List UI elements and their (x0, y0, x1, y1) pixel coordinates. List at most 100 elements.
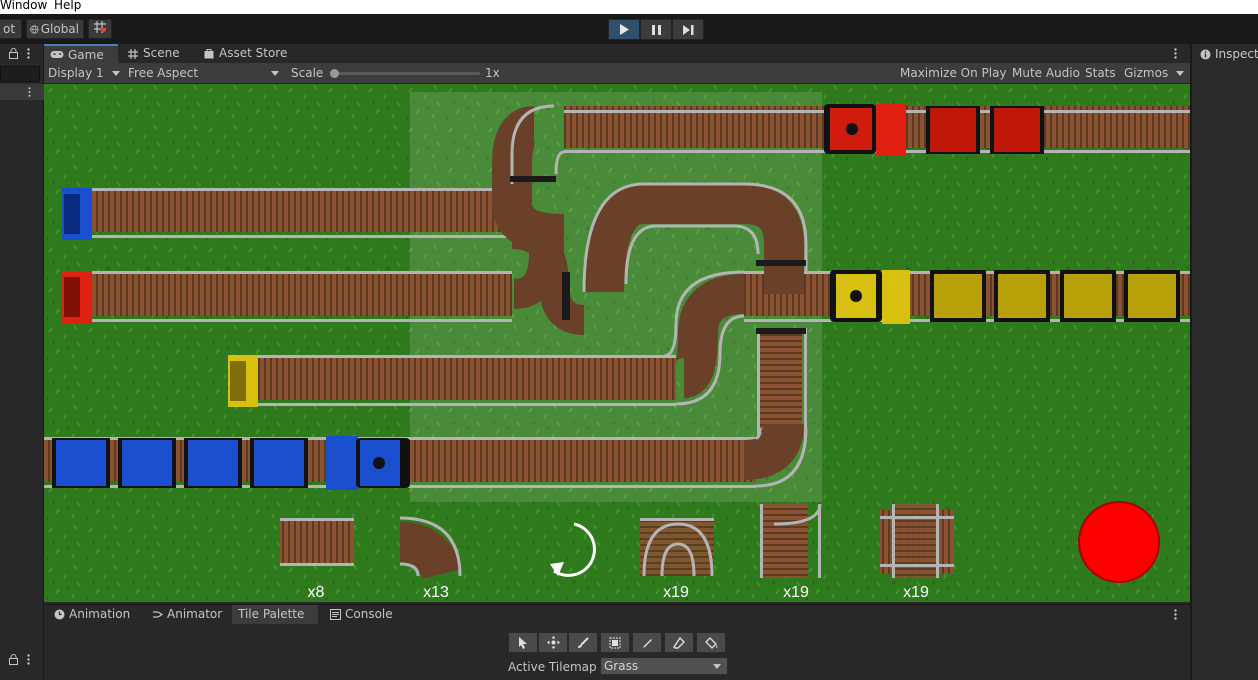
pause-button[interactable] (640, 19, 672, 40)
animator-icon (153, 611, 163, 618)
scale-value: 1x (485, 66, 500, 80)
menu-window[interactable]: Window (0, 0, 47, 11)
tab-inspector[interactable]: Inspector (1200, 47, 1258, 61)
active-tilemap-value: Grass (604, 659, 639, 673)
gizmos-dropdown[interactable]: Gizmos (1124, 66, 1188, 80)
more-icon[interactable] (1174, 48, 1177, 59)
bottom-tabs: Animation Animator Tile Palette Console (44, 604, 1190, 624)
active-tilemap-label: Active Tilemap (508, 660, 597, 674)
blue-station-buffer (62, 188, 92, 240)
fill-icon (704, 636, 717, 649)
aspect-label: Free Aspect (128, 66, 199, 80)
tile-palette-panel: Active Tilemap Grass (44, 624, 1190, 680)
display-label: Display 1 (48, 66, 104, 80)
active-tilemap-dropdown[interactable]: Grass (600, 657, 728, 675)
game-tab-label: Game (68, 47, 104, 62)
junction-barrier (562, 272, 570, 320)
globe-icon (30, 24, 39, 34)
game-view[interactable]: x8 x13 x19 x19 x19 (44, 84, 1190, 602)
tab-scene[interactable]: Scene (122, 44, 180, 63)
yellow-train[interactable] (830, 270, 1180, 324)
fill-tool-button[interactable] (696, 632, 726, 653)
lock-icon[interactable] (9, 48, 18, 59)
straight-count-label: x8 (308, 584, 325, 601)
move-tool-button[interactable] (538, 632, 568, 653)
tab-console[interactable]: Console (324, 605, 393, 624)
scale-label: Scale (291, 66, 324, 80)
tab-tile-palette[interactable]: Tile Palette (232, 605, 318, 624)
step-icon (682, 24, 693, 35)
gizmos-label: Gizmos (1124, 66, 1169, 80)
brush-tool-button[interactable] (568, 632, 598, 653)
hierarchy-search-field[interactable] (0, 66, 40, 82)
select-tool-icon (519, 636, 527, 649)
playback-controls (608, 19, 704, 40)
track-vertical (757, 328, 807, 438)
main-toolbar: ot Global (0, 14, 1258, 44)
picker-icon (643, 638, 652, 648)
animator-tab-label: Animator (167, 607, 223, 621)
info-icon (1200, 49, 1211, 59)
inspector-panel-edge: Inspector (1190, 44, 1258, 680)
pivot-button[interactable]: ot (0, 19, 22, 39)
chevron-down-icon (713, 664, 721, 669)
blue-train[interactable] (52, 436, 410, 490)
more-icon[interactable] (27, 48, 30, 59)
junction-1-count-label: x19 (663, 584, 689, 601)
pivot-label: ot (3, 22, 16, 36)
picker-tool-button[interactable] (632, 632, 662, 653)
chevron-down-icon (1176, 71, 1184, 76)
stop-button[interactable] (1078, 501, 1160, 583)
gamepad-icon (50, 51, 64, 58)
bag-icon (204, 49, 214, 59)
hierarchy-panel-edge (0, 44, 44, 680)
scale-slider[interactable] (330, 69, 480, 78)
tab-animation[interactable]: Animation (48, 605, 130, 624)
grid-snap-button[interactable] (88, 19, 112, 39)
select-tool-button[interactable] (508, 632, 538, 653)
inventory-junction-tile-1[interactable] (640, 518, 714, 577)
junction-barrier (756, 260, 806, 266)
tab-animator[interactable]: Animator (146, 605, 222, 624)
more-icon[interactable] (1174, 609, 1177, 620)
aspect-dropdown[interactable]: Free Aspect (128, 66, 282, 80)
maximize-on-play-toggle[interactable]: Maximize On Play (900, 66, 1007, 80)
tile-palette-tab-label: Tile Palette (238, 607, 305, 621)
more-icon[interactable] (27, 654, 30, 665)
console-tab-label: Console (345, 607, 393, 621)
menu-bar: Window Help (0, 0, 1258, 14)
play-icon (620, 24, 629, 35)
menu-help[interactable]: Help (54, 0, 81, 11)
game-view-toolbar: Display 1 Free Aspect Scale 1x Maximize … (44, 63, 1190, 84)
track-row-4 (256, 355, 676, 406)
hash-icon (128, 48, 138, 59)
animation-tab-label: Animation (69, 607, 131, 621)
more-icon[interactable] (28, 87, 31, 97)
play-button[interactable] (608, 19, 640, 40)
tab-asset-store[interactable]: Asset Store (198, 44, 287, 63)
eraser-tool-button[interactable] (664, 632, 694, 653)
tab-game[interactable]: Game (44, 44, 118, 63)
display-dropdown[interactable]: Display 1 (48, 66, 124, 80)
global-button[interactable]: Global (26, 19, 84, 39)
scale-slider-handle[interactable] (330, 69, 339, 78)
junction-barrier (756, 328, 806, 334)
eraser-icon (673, 636, 685, 649)
inventory-crossing-tile[interactable] (880, 504, 954, 578)
stats-toggle[interactable]: Stats (1085, 66, 1116, 80)
step-button[interactable] (672, 19, 704, 40)
track-row-2 (92, 188, 512, 238)
inventory-straight-tile[interactable] (280, 518, 354, 566)
curve-count-label: x13 (423, 584, 449, 601)
asset-store-tab-label: Asset Store (219, 46, 288, 60)
lock-icon[interactable] (9, 654, 18, 665)
hierarchy-row[interactable] (0, 84, 44, 100)
scene-tab-label: Scene (143, 46, 180, 60)
pause-icon (651, 24, 661, 35)
mute-audio-toggle[interactable]: Mute Audio (1012, 66, 1080, 80)
red-train[interactable] (824, 104, 1044, 156)
box-fill-tool-button[interactable] (600, 632, 630, 653)
console-icon (330, 609, 341, 620)
yellow-station-buffer (228, 355, 258, 407)
junction-barrier (510, 176, 556, 182)
